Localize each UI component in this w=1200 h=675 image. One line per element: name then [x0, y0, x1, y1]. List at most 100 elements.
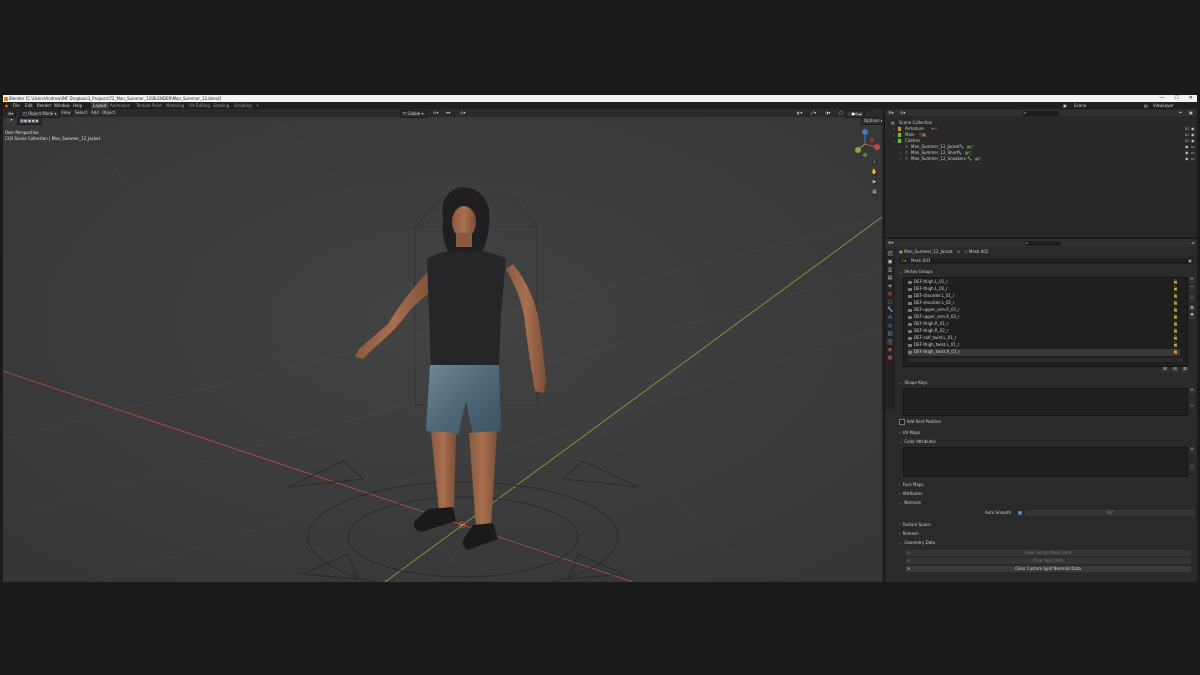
menu-select[interactable]: Select [73, 110, 89, 116]
menu-window[interactable]: Window [54, 102, 70, 109]
shape-key-specials-button[interactable]: ⌄ [1189, 403, 1195, 409]
close-button[interactable]: ✕ [1189, 95, 1193, 102]
menu-render[interactable]: Render [37, 102, 51, 109]
menu-file[interactable]: File [13, 102, 20, 109]
vertex-groups-list[interactable]: DEF-thigh.L_01_r 🔓 DEF-thigh.L_02_r 🔓 DEF-… [903, 277, 1188, 367]
clear-custom-split-normals-button[interactable]: ✕ Clear Custom Split Normals Data [905, 566, 1191, 572]
uv-maps-header[interactable]: › UV Maps [899, 429, 920, 436]
lock-icon[interactable]: 🔓 [1173, 307, 1178, 314]
select-tool-icon[interactable]: ⬚▾ [5, 117, 15, 123]
modifiers-tab-icon[interactable]: 🔧 [887, 307, 893, 313]
vertex-group-item[interactable]: DEF-thigh.L_02_r 🔓 [908, 286, 1180, 293]
new-collection-icon[interactable]: ▣ [1189, 110, 1193, 116]
view-layer-name[interactable]: ViewLayer [1153, 102, 1174, 109]
blender-menu-icon[interactable]: ◆ [5, 102, 8, 109]
texture-tab-icon[interactable]: ▩ [887, 355, 893, 361]
physics-tab-icon[interactable]: ◎ [887, 323, 893, 329]
move-up-button[interactable]: ▲ [1189, 305, 1195, 311]
clear-skin-data-button[interactable]: ✕ Clear Skin Data [905, 558, 1191, 564]
expand-arrow-icon[interactable]: › [900, 156, 902, 162]
color-attributes-list[interactable] [903, 447, 1188, 477]
vertex-group-item[interactable]: DEF-thigh_twist.L_01_r 🔓 [908, 342, 1180, 349]
remove-vertex-group-button[interactable]: − [1189, 285, 1195, 291]
mesh-data-tab-icon[interactable]: ▽ [887, 339, 893, 345]
minimize-button[interactable]: — [1159, 95, 1164, 102]
outliner-display-mode-icon[interactable]: ⊟▾ [900, 110, 905, 116]
outliner-editor-icon[interactable]: ☰▾ [888, 110, 894, 116]
ortho-grid-icon[interactable]: ▦ [871, 189, 878, 196]
workspace-tab-uv-editing[interactable]: UV Editing [189, 102, 210, 109]
workspace-tab-layout[interactable]: Layout [91, 102, 109, 109]
select-button[interactable]: ⊠ [1181, 367, 1189, 373]
vertex-group-item[interactable]: DEF-shoulder.L_01_r 🔓 [908, 293, 1180, 300]
render-visibility-icon[interactable]: ▭ [1191, 156, 1195, 162]
snap-icon[interactable]: ⌖▾ [444, 110, 452, 116]
color-attribute-specials-button[interactable]: ⌄ [1189, 464, 1195, 470]
workspace-tab-scripting[interactable]: Scripting [234, 102, 252, 109]
add-color-attribute-button[interactable]: + [1189, 447, 1195, 453]
xray-icon[interactable]: ▢ [837, 110, 845, 116]
options-dropdown[interactable]: Options ▾ [861, 117, 882, 125]
vertex-group-item[interactable]: DEF-calf_twist.L_01_r 🔓 [908, 335, 1180, 342]
vertex-group-item[interactable]: DEF-shoulder.L_02_r 🔓 [908, 300, 1180, 307]
weights-button[interactable]: ⊟ [1171, 367, 1179, 373]
lock-icon[interactable]: 🔓 [1173, 342, 1178, 349]
pan-hand-icon[interactable]: ✋ [871, 169, 878, 176]
vertex-group-item[interactable]: DEF-thigh.R_01_r 🔓 [908, 321, 1180, 328]
remesh-header[interactable]: › Remesh [899, 530, 919, 537]
outliner-search-input[interactable] [1023, 110, 1059, 116]
lock-icon[interactable]: 🔓 [1173, 349, 1178, 356]
overlays-icon[interactable]: ◑▾ [823, 110, 833, 116]
clear-sculpt-mask-button[interactable]: ✕ Clear Sculpt Mask Data [905, 550, 1191, 556]
texture-space-header[interactable]: › Texture Space [899, 521, 931, 528]
menu-edit[interactable]: Edit [25, 102, 33, 109]
output-tab-icon[interactable]: ⎙ [887, 267, 893, 273]
scene-name[interactable]: Scene [1074, 102, 1086, 109]
auto-smooth-checkbox[interactable]: ✓ [1018, 511, 1022, 515]
render-tab-icon[interactable]: ▣ [887, 259, 893, 265]
geometry-data-header[interactable]: ⌄ Geometry Data [899, 539, 935, 546]
y-axis-handle[interactable] [855, 147, 861, 153]
proportional-edit-icon[interactable]: ◎▾ [458, 110, 468, 116]
list-scrollbar[interactable] [908, 358, 1183, 362]
fake-user-icon[interactable]: ▣ [1188, 258, 1192, 264]
vertex-group-item[interactable]: DEF-upper_arm.R_01_r 🔓 [908, 307, 1180, 314]
vertex-group-item-selected[interactable]: DEF-thigh_twist.R_01_r 🔓 [908, 349, 1180, 356]
gizmos-icon[interactable]: ⤢▾ [809, 110, 818, 116]
move-down-button[interactable]: ▼ [1189, 313, 1195, 319]
vertex-group-item[interactable]: DEF-thigh.L_01_r 🔓 [908, 279, 1180, 286]
color-attributes-header[interactable]: ⌄ Color Attributes [899, 438, 936, 445]
3d-viewport[interactable]: ⊞▾ ◳ Object Mode ▾ View Select Add Objec… [3, 109, 882, 582]
lock-icon[interactable]: 🔓 [1173, 328, 1178, 335]
menu-view[interactable]: View [59, 110, 73, 116]
material-tab-icon[interactable]: ◉ [887, 347, 893, 353]
particles-tab-icon[interactable]: ⁂ [887, 315, 893, 321]
scene-tab-icon[interactable]: ◈ [887, 283, 893, 289]
pivot-point-icon[interactable]: ⊙▾ [431, 110, 440, 116]
view-layer-tab-icon[interactable]: ▤ [887, 275, 893, 281]
lock-icon[interactable]: 🔓 [1173, 286, 1178, 293]
vertex-groups-header[interactable]: ⌄ Vertex Groups [899, 268, 933, 275]
workspace-tab-shading[interactable]: Shading [213, 102, 229, 109]
constraints-tab-icon[interactable]: ⛓ [887, 331, 893, 337]
world-tab-icon[interactable]: ◍ [887, 291, 893, 297]
view-layer-icon[interactable]: ▤ [1144, 102, 1148, 109]
pin-icon[interactable]: ⊿ [1191, 240, 1194, 245]
add-rest-position-row[interactable]: Add Rest Position [899, 418, 941, 425]
face-maps-header[interactable]: › Face Maps [899, 481, 923, 488]
menu-help[interactable]: Help [73, 102, 82, 109]
workspace-tab-texture-paint[interactable]: Texture Paint [136, 102, 162, 109]
lock-icon[interactable]: 🔓 [1173, 279, 1178, 286]
shape-keys-header[interactable]: ⌄ Shape Keys [899, 379, 928, 386]
tool-tab-icon[interactable]: 🛠 [887, 251, 893, 257]
mesh-datablock-field[interactable]: ▽▾ Mesh.003 ▣ [899, 258, 1194, 264]
zoom-icon[interactable]: ⌕ [871, 159, 878, 166]
attributes-header[interactable]: › Attributes [899, 490, 922, 497]
assign-button[interactable]: ⊞ [1161, 367, 1169, 373]
add-shape-key-button[interactable]: + [1189, 388, 1195, 394]
lock-icon[interactable]: 🔓 [1173, 335, 1178, 342]
scene-selector-icon[interactable]: ▣ [1063, 102, 1067, 109]
shape-keys-list[interactable] [903, 388, 1188, 416]
vertex-group-item[interactable]: DEF-thigh.R_02_r 🔓 [908, 328, 1180, 335]
filter-icon[interactable]: ⏷ [1179, 110, 1182, 116]
